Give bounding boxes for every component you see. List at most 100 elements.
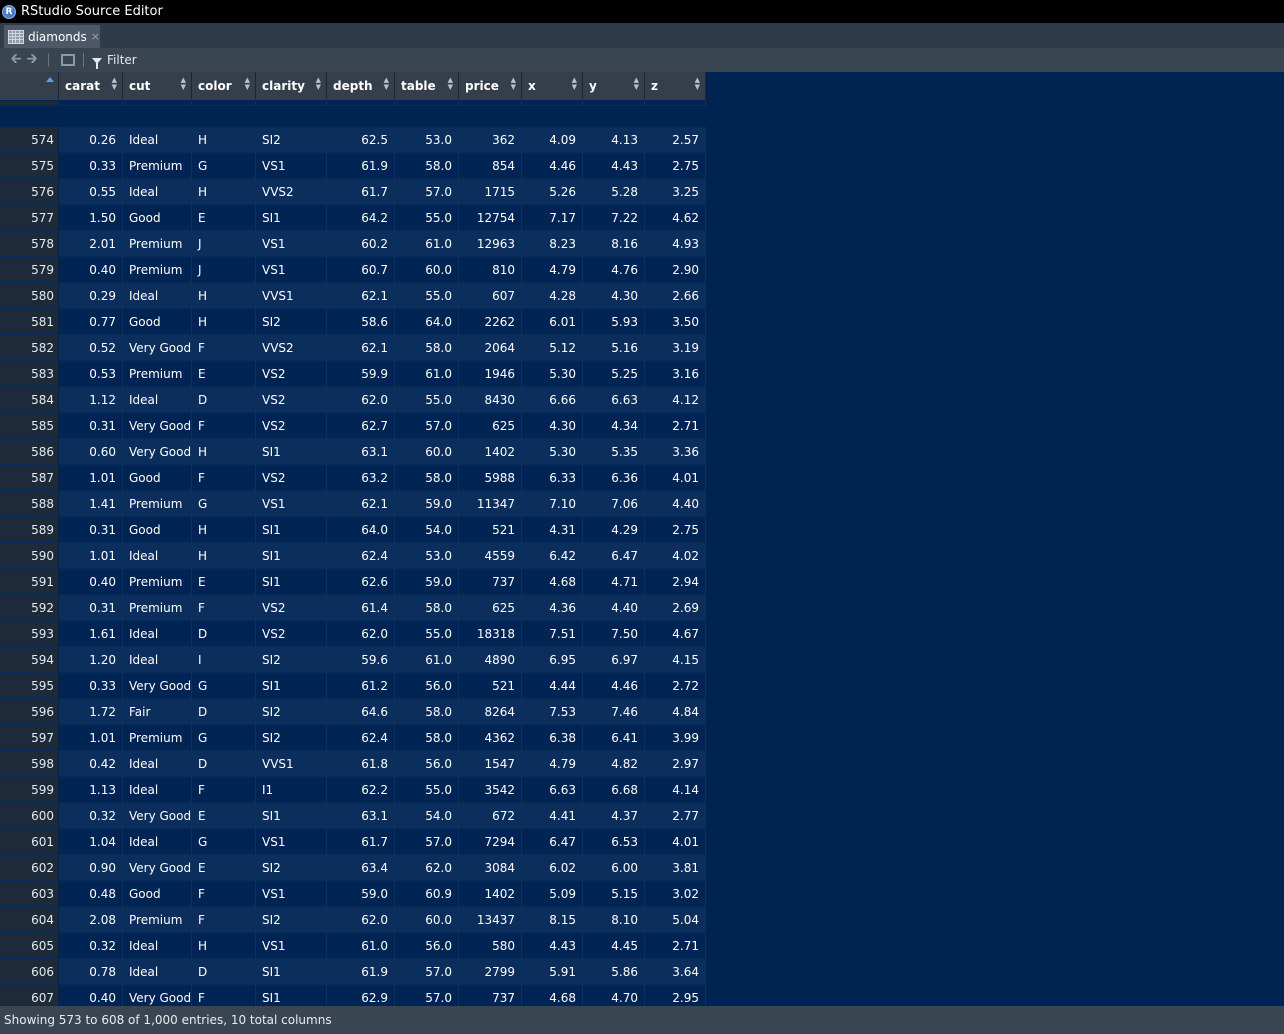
- cell-z: 2.71: [645, 933, 706, 959]
- table-row[interactable]: 590 1.01 Ideal H SI1 62.4 53.0 4559 6.42 6.47 4.02: [0, 543, 706, 569]
- table-row[interactable]: 576 0.55 Ideal H VVS2 61.7 57.0 1715 5.26 5.28 3.2…: [0, 179, 706, 205]
- header-x[interactable]: x ▲ ▼: [522, 72, 583, 100]
- title-bar: R RStudio Source Editor: [0, 0, 1284, 23]
- table-row[interactable]: 598 0.42 Ideal D VVS1 61.8 56.0 1547 4.79 4.82 2.9…: [0, 751, 706, 777]
- table-row[interactable]: 607 0.40 Very Good F SI1 62.9 57.0 737 4.68 4.70 2…: [0, 985, 706, 1006]
- table-row[interactable]: 599 1.13 Ideal F I1 62.2 55.0 3542 6.63 6.68 4.14: [0, 777, 706, 803]
- table-row[interactable]: 592 0.31 Premium F VS2 61.4 58.0 625 4.36 4.40 2.6…: [0, 595, 706, 621]
- cell-carat: 0.52: [59, 335, 123, 361]
- header-table[interactable]: table ▲ ▼: [395, 72, 459, 100]
- sort-toggle-icon[interactable]: ▲ ▼: [245, 77, 250, 91]
- cell-y: 7.06: [583, 491, 645, 517]
- cell-y: 4.40: [583, 595, 645, 621]
- table-row[interactable]: 589 0.31 Good H SI1 64.0 54.0 521 4.31 4.29 2.75: [0, 517, 706, 543]
- table-row[interactable]: 584 1.12 Ideal D VS2 62.0 55.0 8430 6.66 6.63 4.12: [0, 387, 706, 413]
- table-row[interactable]: 582 0.52 Very Good F VVS2 62.1 58.0 2064 5.12 5.1…: [0, 335, 706, 361]
- table-row[interactable]: 603 0.48 Good F VS1 59.0 60.9 1402 5.09 5.15 3.02: [0, 881, 706, 907]
- sort-toggle-icon[interactable]: ▲ ▼: [448, 77, 453, 91]
- header-clarity[interactable]: clarity ▲ ▼: [256, 72, 327, 100]
- table-row[interactable]: 588 1.41 Premium G VS1 62.1 59.0 11347 7.10 7.06 4…: [0, 491, 706, 517]
- table-row[interactable]: 580 0.29 Ideal H VVS1 62.1 55.0 607 4.28 4.30 2.66: [0, 283, 706, 309]
- table-row[interactable]: 581 0.77 Good H SI2 58.6 64.0 2262 6.01 5.93 3.50: [0, 309, 706, 335]
- table-row[interactable]: 583 0.53 Premium E VS2 59.9 61.0 1946 5.30 5.25 3.…: [0, 361, 706, 387]
- header-carat[interactable]: carat ▲ ▼: [59, 72, 123, 100]
- table-row[interactable]: 595 0.33 Very Good G SI1 61.2 56.0 521 4.44 4.46 2…: [0, 673, 706, 699]
- forward-arrow-icon[interactable]: 🡲: [24, 48, 40, 72]
- cell-color: H: [192, 179, 256, 205]
- header-label: price: [465, 79, 499, 93]
- sort-toggle-icon[interactable]: ▲ ▼: [695, 77, 700, 91]
- header-price[interactable]: price ▲ ▼: [459, 72, 522, 100]
- sort-toggle-icon[interactable]: ▲ ▼: [316, 77, 321, 91]
- table-row[interactable]: 601 1.04 Ideal G VS1 61.7 57.0 7294 6.47 6.53 4.01: [0, 829, 706, 855]
- table-row[interactable]: 605 0.32 Ideal H VS1 61.0 56.0 580 4.43 4.45 2.71: [0, 933, 706, 959]
- table-row[interactable]: 596 1.72 Fair D SI2 64.6 58.0 8264 7.53 7.46 4.84: [0, 699, 706, 725]
- table-row[interactable]: 594 1.20 Ideal I SI2 59.6 61.0 4890 6.95 6.97 4.15: [0, 647, 706, 673]
- table-row[interactable]: 575 0.33 Premium G VS1 61.9 58.0 854 4.46 4.43 2.7…: [0, 153, 706, 179]
- table-row[interactable]: 604 2.08 Premium F SI2 62.0 60.0 13437 8.15 8.10 5…: [0, 907, 706, 933]
- sort-toggle-icon[interactable]: ▲ ▼: [181, 77, 186, 91]
- cell-x: 5.30: [522, 439, 583, 465]
- sort-toggle-icon[interactable]: ▲ ▼: [572, 77, 577, 91]
- cell-price: 5988: [459, 465, 522, 491]
- cell-cut: Good: [123, 309, 192, 335]
- cell-table: 60.0: [395, 439, 459, 465]
- header-depth[interactable]: depth ▲ ▼: [327, 72, 395, 100]
- table-row[interactable]: 597 1.01 Premium G SI2 62.4 58.0 4362 6.38 6.41 3.…: [0, 725, 706, 751]
- cell-depth: 61.0: [327, 933, 395, 959]
- table-row[interactable]: 602 0.90 Very Good E SI2 63.4 62.0 3084 6.02 6.00…: [0, 855, 706, 881]
- cell-clarity: VS1: [256, 933, 327, 959]
- table-row[interactable]: 606 0.78 Ideal D SI1 61.9 57.0 2799 5.91 5.86 3.64: [0, 959, 706, 985]
- cell-price: 4559: [459, 543, 522, 569]
- cell-cut: Fair: [123, 699, 192, 725]
- cell-depth: 61.9: [327, 153, 395, 179]
- cell-price: 12754: [459, 205, 522, 231]
- row-number: 582: [0, 335, 59, 361]
- cell-cut: Very Good: [123, 673, 192, 699]
- cell-carat: 0.48: [59, 881, 123, 907]
- sort-toggle-icon[interactable]: ▲ ▼: [384, 77, 389, 91]
- cell-color: G: [192, 673, 256, 699]
- cell-y: 6.53: [583, 829, 645, 855]
- filter-button[interactable]: Filter: [92, 53, 137, 69]
- popout-window-icon[interactable]: [61, 54, 75, 66]
- back-arrow-icon[interactable]: 🡰: [8, 48, 24, 72]
- cell-y: 6.47: [583, 543, 645, 569]
- cell-x: 6.66: [522, 387, 583, 413]
- table-row[interactable]: 593 1.61 Ideal D VS2 62.0 55.0 18318 7.51 7.50 4.6…: [0, 621, 706, 647]
- cell-carat: 0.33: [59, 153, 123, 179]
- cell-clarity: VVS1: [256, 283, 327, 309]
- table-row[interactable]: 591 0.40 Premium E SI1 62.6 59.0 737 4.68 4.71 2.9…: [0, 569, 706, 595]
- cell-x: 4.43: [522, 933, 583, 959]
- cell-price: 18318: [459, 621, 522, 647]
- cell-cut: Premium: [123, 361, 192, 387]
- table-row[interactable]: 579 0.40 Premium J VS1 60.7 60.0 810 4.79 4.76 2.9…: [0, 257, 706, 283]
- table-row[interactable]: 578 2.01 Premium J VS1 60.2 61.0 12963 8.23 8.16 4…: [0, 231, 706, 257]
- header-rownames[interactable]: [0, 72, 59, 100]
- tab-diamonds[interactable]: diamonds ×: [4, 25, 100, 48]
- table-row[interactable]: 577 1.50 Good E SI1 64.2 55.0 12754 7.17 7.22 4.62: [0, 205, 706, 231]
- sort-toggle-icon[interactable]: ▲ ▼: [511, 77, 516, 91]
- header-color[interactable]: color ▲ ▼: [192, 72, 256, 100]
- cell-z: 4.02: [645, 543, 706, 569]
- cell-carat: 0.53: [59, 361, 123, 387]
- cell-x: 7.53: [522, 699, 583, 725]
- table-row[interactable]: 587 1.01 Good F VS2 63.2 58.0 5988 6.33 6.36 4.01: [0, 465, 706, 491]
- table-row[interactable]: 600 0.32 Very Good E SI1 63.1 54.0 672 4.41 4.37 2…: [0, 803, 706, 829]
- sort-toggle-icon[interactable]: ▲ ▼: [634, 77, 639, 91]
- table-row[interactable]: 574 0.26 Ideal H SI2 62.5 53.0 362 4.09 4.13 2.57: [0, 127, 706, 153]
- table-row[interactable]: 586 0.60 Very Good H SI1 63.1 60.0 1402 5.30 5.35…: [0, 439, 706, 465]
- header-label: x: [528, 79, 536, 93]
- cell-price: 854: [459, 153, 522, 179]
- header-y[interactable]: y ▲ ▼: [583, 72, 645, 100]
- cell-carat: 0.40: [59, 985, 123, 1006]
- cell-price: 4362: [459, 725, 522, 751]
- cell-depth: 61.9: [327, 959, 395, 985]
- sort-toggle-icon[interactable]: ▲ ▼: [112, 77, 117, 91]
- header-cut[interactable]: cut ▲ ▼: [123, 72, 192, 100]
- table-row[interactable]: 585 0.31 Very Good F VS2 62.7 57.0 625 4.30 4.34 2…: [0, 413, 706, 439]
- cell-z: 3.64: [645, 959, 706, 985]
- close-tab-icon[interactable]: ×: [91, 30, 100, 43]
- cell-color: F: [192, 985, 256, 1006]
- header-z[interactable]: z ▲ ▼: [645, 72, 706, 100]
